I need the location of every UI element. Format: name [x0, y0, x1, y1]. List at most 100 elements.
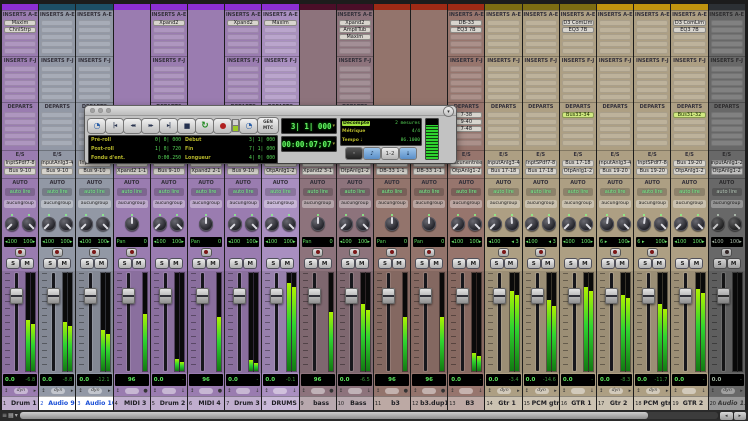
send-slot[interactable] — [525, 119, 557, 125]
insert-slot[interactable] — [153, 34, 185, 40]
insert-slot[interactable] — [41, 87, 73, 93]
pan-knob[interactable] — [542, 217, 556, 231]
insert-slot[interactable] — [599, 20, 631, 26]
output-window-icon[interactable]: ↓ — [255, 388, 259, 394]
record-arm-button[interactable] — [202, 249, 211, 256]
solo-button[interactable]: S — [714, 259, 726, 268]
insert-slot[interactable] — [525, 48, 557, 54]
insert-slot[interactable] — [264, 87, 296, 93]
mute-button[interactable]: M — [505, 259, 517, 268]
window-zoom-icon[interactable] — [106, 108, 111, 113]
solo-button[interactable]: S — [528, 259, 540, 268]
insert-slot[interactable] — [450, 34, 482, 40]
pan-knob[interactable] — [79, 217, 93, 231]
group-selector[interactable]: aucungroup — [562, 200, 594, 208]
countoff-button[interactable]: 1-2 — [382, 148, 398, 159]
insert-slot[interactable] — [339, 80, 371, 86]
insert-slot[interactable] — [78, 73, 110, 79]
volume-readout[interactable]: 0.0 — [563, 377, 573, 383]
insert-slot[interactable] — [636, 48, 668, 54]
pan-knob[interactable] — [637, 217, 651, 231]
track-name[interactable]: Audio 9 — [48, 400, 75, 407]
voice-selector[interactable] — [385, 388, 399, 394]
voice-selector[interactable]: dyn — [497, 388, 511, 394]
send-slot[interactable] — [41, 119, 73, 125]
peak-readout[interactable]: - — [182, 377, 184, 383]
send-slot[interactable] — [636, 133, 668, 139]
insert-slot[interactable] — [153, 48, 185, 54]
insert-slot[interactable] — [450, 48, 482, 54]
insert-slot[interactable] — [487, 27, 519, 33]
insert-slot[interactable] — [673, 34, 705, 40]
insert-slot[interactable] — [599, 41, 631, 47]
insert-slot[interactable] — [227, 27, 259, 33]
pan-knob[interactable] — [422, 217, 436, 231]
track-name-row[interactable]: 14 Gtr 1 — [485, 396, 521, 410]
volume-readout[interactable]: 0.0 — [5, 377, 15, 383]
record-arm-button[interactable] — [90, 249, 99, 256]
automation-mode-selector[interactable]: auto lire — [451, 188, 481, 196]
input-selector[interactable]: Bus 19-20 — [673, 160, 705, 167]
insert-slot[interactable] — [636, 87, 668, 93]
mute-button[interactable]: M — [356, 259, 368, 268]
rewind-button[interactable]: ◂◂ — [124, 119, 141, 133]
fader-handle[interactable] — [345, 288, 358, 304]
insert-slot[interactable] — [450, 80, 482, 86]
send-slot[interactable] — [599, 119, 631, 125]
peak-readout[interactable]: -6.8 — [25, 377, 35, 383]
horizontal-scrollbar[interactable] — [20, 412, 718, 419]
send-slot[interactable] — [636, 112, 668, 118]
insert-slot[interactable] — [227, 34, 259, 40]
insert-slot[interactable]: EQ3 7B — [562, 27, 594, 33]
volume-readout[interactable]: 0.0 — [265, 377, 275, 383]
go-to-end-button[interactable]: ▸| — [160, 119, 177, 133]
peak-readout[interactable]: -6.5 — [360, 377, 370, 383]
peak-readout[interactable]: - — [703, 377, 705, 383]
track-name[interactable]: MIDI 3 — [123, 400, 150, 407]
record-button[interactable] — [214, 119, 231, 133]
voice-spinner-icon[interactable]: ↕ — [190, 388, 194, 394]
automation-mode-selector[interactable]: auto lire — [42, 188, 72, 196]
solo-button[interactable]: S — [453, 259, 465, 268]
record-arm-button[interactable] — [611, 249, 620, 256]
insert-slot[interactable] — [487, 66, 519, 72]
mute-button[interactable]: M — [393, 259, 405, 268]
send-slot[interactable] — [41, 133, 73, 139]
pan-knob[interactable] — [711, 217, 725, 231]
send-slot[interactable] — [4, 112, 36, 118]
track-name[interactable]: PCM gtr1 — [532, 400, 559, 407]
voice-selector[interactable] — [125, 388, 139, 394]
fader-handle[interactable] — [10, 288, 23, 304]
track-name[interactable]: Drum 3 — [234, 400, 261, 407]
track-name-row[interactable]: 6 MIDI 4 — [188, 396, 224, 410]
insert-slot[interactable]: Maxim — [339, 34, 371, 40]
output-selector[interactable]: Xpand2 2-1 — [190, 168, 222, 175]
track-name-row[interactable]: 8 DRUMS — [262, 396, 298, 410]
insert-slot[interactable] — [227, 80, 259, 86]
group-selector[interactable]: aucungroup — [450, 200, 482, 208]
insert-slot[interactable] — [525, 73, 557, 79]
solo-button[interactable]: S — [81, 259, 93, 268]
insert-slot[interactable] — [78, 34, 110, 40]
track-name[interactable]: Audio 11 — [718, 400, 745, 407]
track-name-row[interactable]: 5 Drum 2 — [151, 396, 187, 410]
track-name[interactable]: Drum 1 — [11, 400, 38, 407]
insert-slot[interactable] — [264, 80, 296, 86]
output-window-icon[interactable]: ↓ — [701, 388, 705, 394]
voice-spinner-icon[interactable]: ↕ — [673, 388, 677, 394]
group-selector[interactable]: aucungroup — [4, 200, 36, 208]
track-name-row[interactable]: 15 PCM gtr1 — [523, 396, 559, 410]
track-name-row[interactable]: 3 Audio 10 — [76, 396, 112, 410]
send-slot[interactable] — [599, 112, 631, 118]
pan-knob[interactable] — [654, 217, 668, 231]
track-name[interactable]: GTR 2 — [680, 400, 707, 407]
counter-dropdown-icon[interactable]: ▾ — [332, 141, 335, 147]
input-selector[interactable]: InputAnlg3-4 — [487, 160, 519, 167]
insert-slot[interactable] — [525, 87, 557, 93]
solo-button[interactable]: S — [230, 259, 242, 268]
group-selector[interactable]: aucungroup — [376, 200, 408, 208]
volume-readout[interactable]: 96 — [425, 377, 433, 383]
insert-slot[interactable] — [711, 87, 743, 93]
insert-slot[interactable] — [599, 73, 631, 79]
mute-button[interactable]: M — [542, 259, 554, 268]
